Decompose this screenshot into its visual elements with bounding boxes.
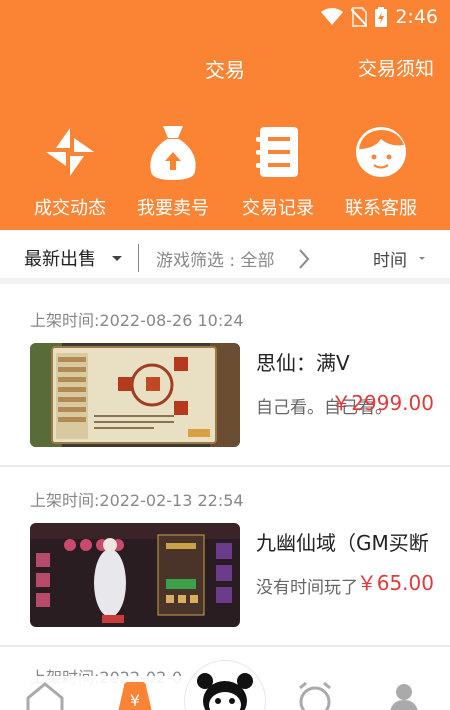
listing-thumbnail [30,343,240,447]
user-icon[interactable] [388,682,420,710]
wifi-icon [321,8,344,25]
trade-icon[interactable]: ¥ [118,682,152,710]
listing-price: ￥2999.00 [331,391,434,415]
listing-item[interactable]: 上架时间:2022-02-13 22:54 九幽仙域（GM买断 没有时间玩了 ￥… [0,467,450,647]
header: 2:46 交易 交易须知 成交动态 我要卖号 交易记录 联系客服 [0,0,450,230]
trade-notice-link[interactable]: 交易须知 [358,54,434,81]
tile-sell-account[interactable]: 我要卖号 [118,122,228,220]
listing-time: 上架时间:2022-08-26 10:24 [30,311,244,330]
filter-bar: 最新出售 游戏筛选 : 全部 时间 [0,232,450,284]
sort-time-dropdown[interactable]: 时间 [373,246,407,271]
caret-down-icon [419,257,425,260]
tile-trade-records[interactable]: 交易记录 [223,122,333,220]
listing-item[interactable]: 上架时间:2022-08-26 10:24 思仙：满V 自己看。自己看。 ￥29… [0,287,450,467]
status-bar: 2:46 [0,0,450,36]
caret-down-icon [112,256,122,261]
listing-time: 上架时间:2022-02-13 22:54 [30,491,244,510]
listing-thumbnail [30,523,240,627]
pinwheel-icon [46,128,94,176]
tile-label: 成交动态 [34,198,106,219]
panda-mascot-icon [197,673,253,710]
record-book-icon [256,127,298,177]
svg-text:¥: ¥ [130,691,140,710]
alarm-clock-icon[interactable] [296,682,334,710]
tile-customer-service[interactable]: 联系客服 [326,122,436,220]
tile-label: 联系客服 [345,198,417,219]
latest-sale-dropdown[interactable]: 最新出售 [24,245,96,271]
quick-actions: 成交动态 我要卖号 交易记录 联系客服 [0,122,450,222]
listing-description: 没有时间玩了 [256,578,358,598]
listing-name: 思仙：满V [256,351,350,375]
customer-service-icon [356,127,406,177]
chevron-right-icon [299,249,310,269]
page-title: 交易 [205,58,245,82]
tile-deal-updates[interactable]: 成交动态 [15,122,125,220]
tile-label: 我要卖号 [137,198,209,219]
game-filter[interactable]: 游戏筛选 : 全部 [156,246,275,271]
home-icon[interactable] [26,682,64,710]
tile-label: 交易记录 [242,198,314,219]
listing-price: ￥65.00 [356,571,434,595]
no-sim-icon [351,7,368,27]
listing-name: 九幽仙域（GM买断 [256,531,429,555]
status-time: 2:46 [395,6,438,28]
divider [138,244,139,272]
center-mascot-button[interactable] [184,660,266,710]
battery-charging-icon [375,7,388,27]
money-bag-icon [150,126,196,180]
